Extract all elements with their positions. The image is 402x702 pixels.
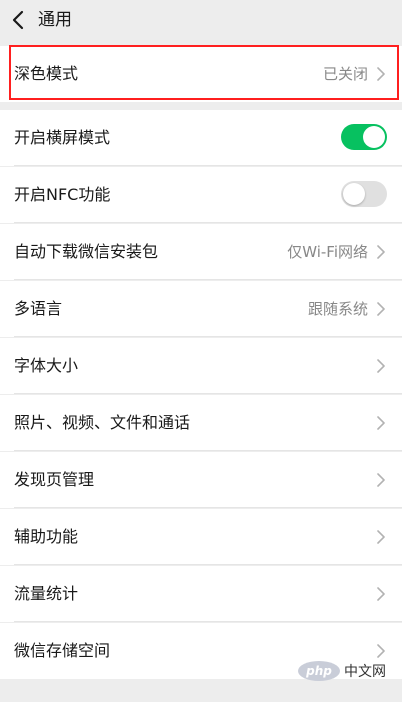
setting-label: 辅助功能: [14, 527, 79, 546]
setting-value: 已关闭: [322, 65, 368, 83]
page-title: 通用: [38, 10, 72, 30]
landscape-toggle[interactable]: [341, 124, 387, 150]
setting-row-nfc: 开启NFC功能: [0, 167, 402, 223]
setting-label: 多语言: [14, 299, 63, 318]
setting-value: 仅Wi-Fi网络: [287, 243, 368, 261]
nav-bar: 通用: [0, 0, 402, 40]
chevron-right-icon: [377, 67, 385, 81]
toggle-knob: [343, 183, 365, 205]
chevron-right-icon: [377, 473, 385, 487]
setting-row-accessibility[interactable]: 辅助功能: [0, 509, 402, 565]
divider: [14, 336, 402, 337]
chevron-right-icon: [377, 416, 385, 430]
divider: [14, 222, 402, 223]
divider: [14, 450, 402, 451]
divider: [14, 393, 402, 394]
back-button[interactable]: [8, 8, 28, 32]
setting-label: 开启NFC功能: [14, 185, 111, 204]
watermark: php 中文网: [298, 660, 386, 682]
divider: [14, 279, 402, 280]
chevron-right-icon: [377, 302, 385, 316]
setting-row-data-usage[interactable]: 流量统计: [0, 566, 402, 622]
divider: [14, 621, 402, 622]
toggle-knob: [363, 126, 385, 148]
divider: [14, 564, 402, 565]
chevron-left-icon: [12, 10, 24, 30]
setting-row-dark-mode[interactable]: 深色模式 已关闭: [0, 46, 402, 102]
watermark-text: 中文网: [344, 664, 386, 680]
nfc-toggle[interactable]: [341, 181, 387, 207]
setting-label: 照片、视频、文件和通话: [14, 413, 191, 432]
chevron-right-icon: [377, 359, 385, 373]
setting-row-auto-download[interactable]: 自动下载微信安装包 仅Wi-Fi网络: [0, 224, 402, 280]
setting-label: 字体大小: [14, 356, 79, 375]
setting-label: 微信存储空间: [14, 641, 111, 660]
setting-row-discover[interactable]: 发现页管理: [0, 452, 402, 508]
chevron-right-icon: [377, 530, 385, 544]
watermark-logo: php: [298, 661, 340, 681]
chevron-right-icon: [377, 245, 385, 259]
divider: [14, 507, 402, 508]
divider: [14, 165, 402, 166]
setting-row-media[interactable]: 照片、视频、文件和通话: [0, 395, 402, 451]
setting-value: 跟随系统: [307, 300, 368, 318]
setting-row-font-size[interactable]: 字体大小: [0, 338, 402, 394]
setting-label: 流量统计: [14, 584, 79, 603]
setting-label: 发现页管理: [14, 470, 95, 489]
setting-label: 自动下载微信安装包: [14, 242, 159, 261]
chevron-right-icon: [377, 587, 385, 601]
setting-row-landscape: 开启横屏模式: [0, 110, 402, 166]
chevron-right-icon: [377, 644, 385, 658]
setting-label: 开启横屏模式: [14, 128, 111, 147]
setting-row-language[interactable]: 多语言 跟随系统: [0, 281, 402, 337]
setting-label: 深色模式: [14, 64, 79, 83]
